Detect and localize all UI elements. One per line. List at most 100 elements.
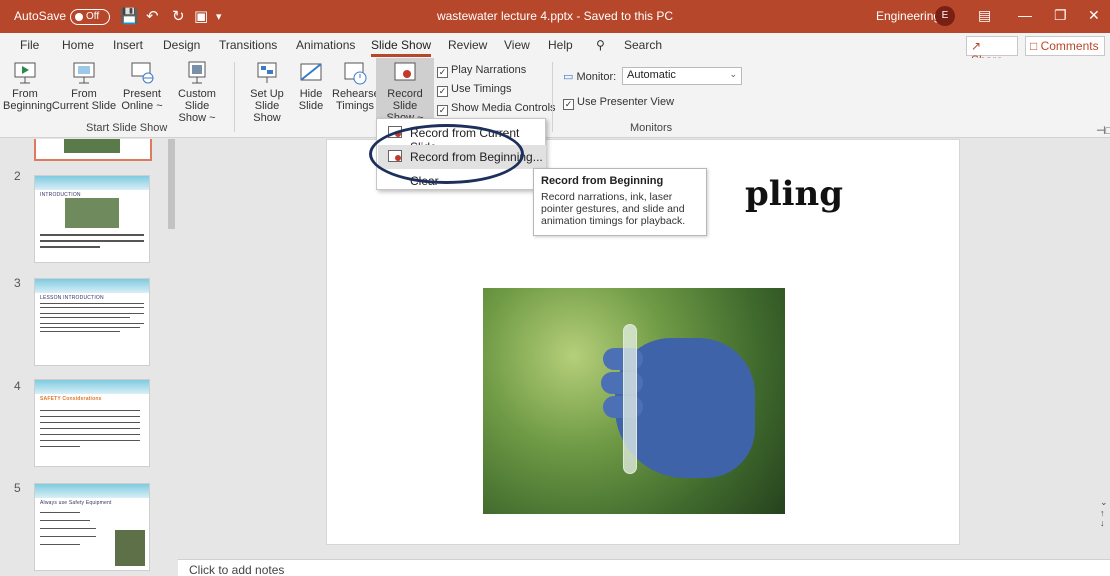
thumbnail-text-line xyxy=(40,234,144,236)
from-beginning-icon xyxy=(14,62,36,84)
thumbnail-text-line xyxy=(40,536,96,537)
thumbnail-slide-1[interactable] xyxy=(34,139,152,161)
set-up-slide-show-button[interactable]: Set Up Slide Show xyxy=(240,58,294,124)
thumbnail-header-wave xyxy=(35,279,149,293)
tab-design[interactable]: Design xyxy=(163,38,200,52)
rehearse-timings-button[interactable]: Rehearse Timings xyxy=(332,58,380,112)
hide-label-1: Hide xyxy=(299,88,323,100)
from-beginning-button[interactable]: From Beginning xyxy=(3,58,52,112)
title-bar: AutoSave Off 💾 ↶ ↻ ▣ ▾ wastewater lectur… xyxy=(0,0,1110,33)
thumbnail-text-line xyxy=(40,416,140,417)
slide-number: 4 xyxy=(14,379,21,393)
show-media-controls-checkbox[interactable]: ✓ Show Media Controls xyxy=(437,102,556,116)
tab-file[interactable]: File xyxy=(20,38,39,52)
rehearse-label-1: Rehearse xyxy=(332,88,380,100)
custom-slide-show-button[interactable]: Custom Slide Show ~ xyxy=(166,58,228,124)
thumbnail-image xyxy=(115,530,145,566)
hide-slide-icon xyxy=(300,63,322,81)
slide-number: 2 xyxy=(14,169,21,183)
tab-insert[interactable]: Insert xyxy=(113,38,143,52)
ribbon: From Beginning From Current Slide Presen… xyxy=(0,58,1110,138)
thumbnail-header-wave xyxy=(35,380,149,394)
chevron-down-icon: ⌄ xyxy=(729,69,737,79)
thumbnail-header-wave xyxy=(35,484,149,498)
monitor-label: Monitor: xyxy=(576,71,617,83)
thumbnail-text-line xyxy=(40,520,90,521)
ribbon-separator xyxy=(552,62,553,132)
thumbnail-header-wave xyxy=(35,176,149,190)
thumbnails-scrollbar[interactable] xyxy=(166,139,177,576)
use-timings-label: Use Timings xyxy=(451,83,512,95)
custom-show-label-1: Custom Slide xyxy=(178,88,216,112)
scrollbar-thumb[interactable] xyxy=(168,139,175,229)
hide-slide-button[interactable]: Hide Slide xyxy=(294,58,328,112)
set-up-label-1: Set Up xyxy=(250,88,284,100)
pin-ribbon-icon[interactable]: ⊣□ xyxy=(1096,124,1110,137)
custom-show-label-2: Show ~ xyxy=(178,112,216,124)
ribbon-separator xyxy=(234,62,235,132)
avatar[interactable]: E xyxy=(935,6,955,26)
present-online-button[interactable]: Present Online ~ xyxy=(120,58,164,112)
rehearse-timings-icon xyxy=(344,62,367,85)
tab-view[interactable]: View xyxy=(504,38,530,52)
thumbnail-text-line xyxy=(40,303,144,304)
from-current-slide-button[interactable]: From Current Slide xyxy=(48,58,120,112)
tab-help[interactable]: Help xyxy=(548,38,573,52)
present-online-icon xyxy=(131,62,154,84)
slide-number: 3 xyxy=(14,276,21,290)
play-narrations-label: Play Narrations xyxy=(451,64,527,76)
share-button[interactable]: ↗ Share xyxy=(966,36,1018,67)
restore-icon[interactable]: ❐ xyxy=(1054,7,1067,24)
vertical-scroll-controls[interactable]: ⌄ ↑ ↓ xyxy=(1100,497,1110,547)
tab-review[interactable]: Review xyxy=(448,38,487,52)
from-beginning-label-1: From xyxy=(12,88,38,100)
thumbnail-text-line xyxy=(40,446,80,447)
play-narrations-checkbox[interactable]: ✓ Play Narrations xyxy=(437,64,526,78)
thumbnail-text-line xyxy=(40,512,80,513)
presenter-view-checkbox[interactable]: ✓ Use Presenter View xyxy=(563,96,674,110)
thumbnail-slide-2[interactable]: INTRODUCTION xyxy=(34,175,150,263)
set-up-icon xyxy=(257,62,277,83)
rehearse-label-2: Timings xyxy=(335,100,375,112)
tab-slide-show[interactable]: Slide Show xyxy=(371,38,432,57)
use-timings-checkbox[interactable]: ✓ Use Timings xyxy=(437,83,512,97)
monitor-value: Automatic xyxy=(627,69,676,81)
comments-button[interactable]: □ Comments xyxy=(1025,36,1105,56)
user-name[interactable]: Engineering xyxy=(876,9,940,23)
ribbon-tabs: File Home Insert Design Transitions Anim… xyxy=(0,33,1110,67)
notes-pane[interactable]: Click to add notes xyxy=(178,559,1110,576)
tab-animations[interactable]: Animations xyxy=(296,38,355,52)
presenter-view-label: Use Presenter View xyxy=(577,96,675,108)
tooltip-body: Record narrations, ink, laser pointer ge… xyxy=(541,191,686,227)
record-from-beginning-tooltip: Record from Beginning Record narrations,… xyxy=(533,168,707,236)
tab-home[interactable]: Home xyxy=(62,38,94,52)
share-icon: ↗ xyxy=(971,39,982,53)
thumbnail-title: SAFETY Considerations xyxy=(40,396,102,402)
thumbnail-title: LESSON INTRODUCTION xyxy=(40,295,104,301)
thumbnail-slide-5[interactable]: Always use Safety Equipment xyxy=(34,483,150,571)
thumbnail-image xyxy=(64,139,120,153)
thumbnail-text-line xyxy=(40,422,140,423)
hide-label-2: Slide xyxy=(298,100,324,112)
search-label[interactable]: Search xyxy=(624,38,662,52)
from-beginning-label-2: Beginning xyxy=(3,100,52,112)
checkmark-icon: ✓ xyxy=(437,86,448,97)
thumbnail-slide-4[interactable]: SAFETY Considerations xyxy=(34,379,150,467)
monitor-select[interactable]: Automatic ⌄ xyxy=(622,67,742,85)
slide-photo[interactable] xyxy=(483,288,785,514)
comments-label: Comments xyxy=(1040,39,1099,53)
from-current-slide-icon xyxy=(73,62,95,84)
search-icon[interactable]: ⚲ xyxy=(596,38,605,52)
thumbnail-text-line xyxy=(40,440,140,441)
slide-title-text: pling xyxy=(744,174,844,214)
checkmark-icon: ✓ xyxy=(563,99,574,110)
checkmark-icon: ✓ xyxy=(437,67,448,78)
thumbnail-title: Always use Safety Equipment xyxy=(40,500,112,506)
thumbnail-slide-3[interactable]: LESSON INTRODUCTION xyxy=(34,278,150,366)
close-icon[interactable]: ✕ xyxy=(1088,7,1100,24)
minimize-icon[interactable]: — xyxy=(1018,7,1032,23)
tab-transitions[interactable]: Transitions xyxy=(219,38,277,52)
thumbnail-image xyxy=(65,198,119,228)
ribbon-display-icon[interactable]: ▤ xyxy=(978,7,991,24)
record-slide-show-button[interactable]: Record Slide Show ~ xyxy=(376,58,434,124)
